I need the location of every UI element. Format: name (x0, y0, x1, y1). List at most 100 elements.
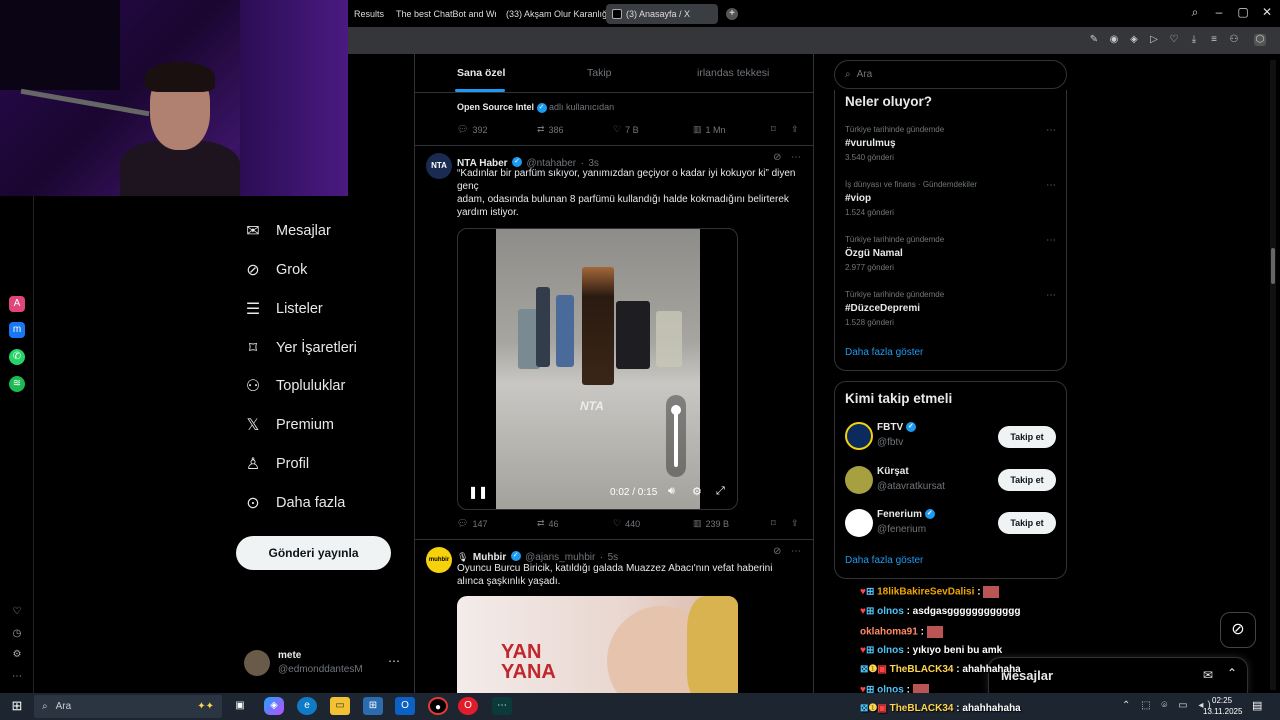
account-more-icon[interactable]: ⋯ (388, 654, 400, 668)
volume-icon[interactable]: 🔊︎ (668, 485, 675, 498)
close-button[interactable]: ✕ (1258, 5, 1276, 19)
pause-icon[interactable]: ❚❚ (468, 485, 488, 499)
tweet-more-icon[interactable]: ⋯ (791, 546, 801, 557)
nav-bookmarks[interactable]: ⌑ Yer İşaretleri (244, 334, 357, 362)
terminal-icon[interactable]: ⋯ (492, 697, 512, 715)
fullscreen-icon[interactable]: ⤢ (716, 485, 725, 498)
trend-more-icon[interactable]: ⋯ (1046, 290, 1056, 301)
edit-icon[interactable]: ✎ (1088, 34, 1100, 46)
windows-start-icon[interactable]: ⊞ (7, 697, 27, 715)
task-view-icon[interactable]: ▣ (230, 697, 250, 715)
taskbar-search[interactable]: ⌕ Ara ✦✦ (34, 695, 222, 718)
tweet-more-icon[interactable]: ⋯ (791, 152, 801, 163)
like-button[interactable]: ♡ 7 B (613, 124, 639, 135)
grok-icon[interactable]: ⊘ (773, 152, 781, 163)
extension-icon[interactable]: ⬡ (1254, 34, 1266, 46)
copilot-icon[interactable]: ◈ (264, 697, 284, 715)
messenger-icon[interactable]: m (9, 322, 25, 338)
tab-youtube[interactable]: (33) Akşam Olur Karanlığa (496, 4, 606, 24)
trend-more-icon[interactable]: ⋯ (1046, 125, 1056, 136)
new-message-icon[interactable]: ✉ (1203, 668, 1213, 682)
shield-icon[interactable]: ◈ (1128, 34, 1140, 46)
tab-results[interactable]: Results (348, 4, 386, 24)
app-icon[interactable]: A (9, 296, 25, 312)
settings-icon[interactable]: ⚙ (692, 485, 702, 498)
repost-button[interactable]: ⇄ 386 (537, 124, 564, 135)
like-button[interactable]: ♡ 440 (613, 518, 640, 529)
file-explorer-icon[interactable]: ▭ (330, 697, 350, 715)
share-button[interactable]: ⇪ (791, 124, 799, 135)
scrollbar[interactable] (1270, 60, 1276, 690)
account-switcher[interactable]: mete @edmonddantesM ⋯ (244, 648, 404, 680)
nav-communities[interactable]: ⚇ Topluluklar (244, 372, 346, 400)
store-icon[interactable]: ⊞ (363, 697, 383, 715)
chat-text: : asdgasgggggggggggg (906, 606, 1021, 617)
menu-icon[interactable]: ≡ (1208, 34, 1220, 46)
follow-button[interactable]: Takip et (998, 512, 1056, 534)
show-more-follow[interactable]: Daha fazla göster (845, 555, 923, 566)
scrollbar-thumb[interactable] (1271, 248, 1275, 284)
tab-chatbot[interactable]: The best ChatBot and Wri (386, 4, 496, 24)
clock-date[interactable]: 13.11.2025 (1203, 707, 1242, 716)
volume-knob[interactable] (671, 405, 681, 415)
play-icon[interactable]: ▷ (1148, 34, 1160, 46)
chat-badge-icon: ⊞ (865, 645, 875, 656)
grok-icon[interactable]: ⊘ (773, 546, 781, 557)
whatsapp-icon[interactable]: ✆ (9, 349, 25, 365)
show-more-trends[interactable]: Daha fazla göster (845, 347, 923, 358)
video-player[interactable]: NTA ❚❚ 0:02 / 0:15 🔊︎ ⚙ ⤢ (457, 228, 738, 510)
nav-messages[interactable]: ✉ Mesajlar (244, 217, 331, 245)
reply-button[interactable]: 💬︎ 147 (457, 518, 487, 529)
nta-avatar[interactable]: NTA (426, 153, 452, 179)
follow-button[interactable]: Takip et (998, 426, 1056, 448)
context-account[interactable]: Open Source Intel (457, 102, 534, 112)
share-button[interactable]: ⇪ (791, 518, 799, 529)
history-icon[interactable]: ◷ (9, 626, 25, 642)
spotify-icon[interactable]: ≋ (9, 376, 25, 392)
settings-icon[interactable]: ⚙ (9, 647, 25, 663)
messages-drawer[interactable]: Mesajlar ✉ ⌃ (988, 657, 1248, 693)
heart-icon[interactable]: ♡ (1168, 34, 1180, 46)
nav-grok[interactable]: ⊘ Grok (244, 256, 307, 284)
tab-community[interactable]: irlandas tekkesi (697, 67, 769, 79)
reply-button[interactable]: 💬︎ 392 (457, 124, 487, 135)
camera-icon[interactable]: ◉ (1108, 34, 1120, 46)
nav-lists[interactable]: ☰ Listeler (244, 295, 323, 323)
new-tab-button[interactable]: + (726, 7, 738, 20)
muhbir-avatar[interactable]: muhbir (426, 547, 452, 573)
more-icon[interactable]: ⋯ (9, 669, 25, 685)
nav-premium[interactable]: 𝕏 Premium (244, 411, 334, 439)
tab-following[interactable]: Takip (587, 67, 612, 79)
trend-more-icon[interactable]: ⋯ (1046, 235, 1056, 246)
heart-icon[interactable]: ♡ (9, 604, 25, 620)
tweet-image[interactable]: YAN YANA (457, 596, 738, 693)
tab-x-home[interactable]: (3) Anasayfa / X (606, 3, 718, 24)
chrome-icon[interactable]: ● (428, 697, 448, 715)
volume-slider[interactable] (666, 395, 686, 477)
outlook-icon[interactable]: O (395, 697, 415, 715)
tab-for-you[interactable]: Sana özel (457, 67, 505, 79)
edge-icon[interactable]: e (297, 697, 317, 715)
maximize-button[interactable]: ▢ (1234, 5, 1252, 19)
post-button[interactable]: Gönderi yayınla (236, 536, 391, 570)
search-tabs-icon[interactable]: ⌕ (1186, 5, 1204, 20)
search-input[interactable]: ⌕ Ara (834, 60, 1067, 89)
download-icon[interactable]: ⤓ (1188, 34, 1200, 46)
nav-profile[interactable]: ♙ Profil (244, 450, 309, 478)
minimize-button[interactable]: – (1210, 5, 1228, 19)
bookmark-button[interactable]: ⌑ (771, 518, 776, 529)
profile-icon[interactable]: ⚇ (1228, 34, 1240, 46)
follow-button[interactable]: Takip et (998, 469, 1056, 491)
collapse-icon[interactable]: ⌃ (1227, 666, 1237, 680)
tray-icons[interactable]: ⌃ ⬚ ⌾ ▭ ◂) (1122, 700, 1215, 711)
views-button[interactable]: ▥ 1 Mn (693, 124, 726, 135)
trend-more-icon[interactable]: ⋯ (1046, 180, 1056, 191)
opera-icon[interactable]: O (458, 697, 478, 715)
notification-icon[interactable]: ▤ (1252, 699, 1262, 712)
bookmark-button[interactable]: ⌑ (771, 124, 776, 135)
nav-more[interactable]: ⊙ Daha fazla (244, 489, 345, 517)
grok-floating-button[interactable]: ⊘ (1220, 612, 1256, 648)
repost-button[interactable]: ⇄ 46 (537, 518, 559, 529)
views-button[interactable]: ▥ 239 B (693, 518, 729, 529)
clock-time[interactable]: 02:25 (1212, 696, 1232, 705)
